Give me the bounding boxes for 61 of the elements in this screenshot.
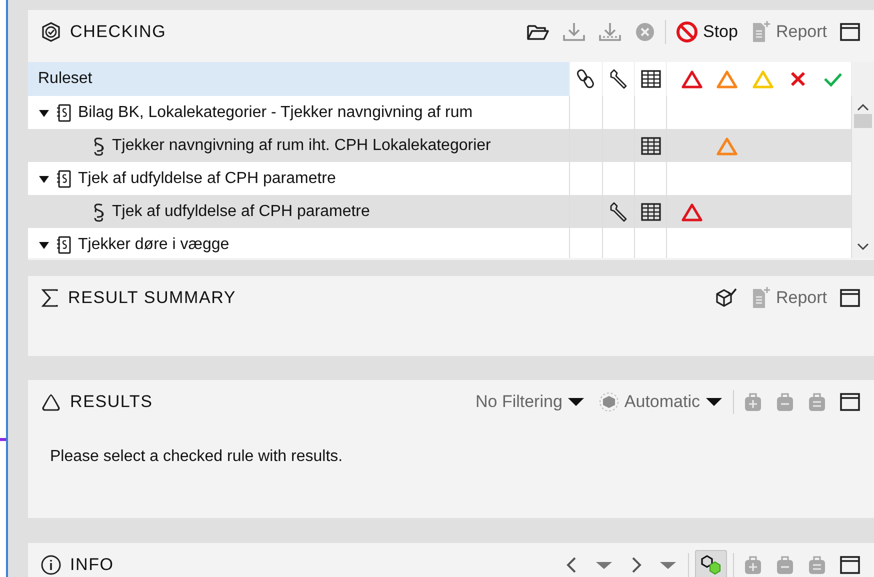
dropdown[interactable]: Automatic [595,389,727,415]
zoom-button[interactable] [695,550,727,577]
bag-plus-icon [743,554,763,576]
paragraph-icon [92,134,106,156]
info-icon [40,554,62,576]
empty-message: Please select a checked rule with results. [49,447,344,466]
badge-check-icon [40,21,62,43]
dropdown[interactable]: No Filtering [472,390,590,414]
warning-icon [680,202,703,222]
warning-icon [716,69,738,89]
panel-title: RESULT SUMMARY [68,288,236,308]
window-icon [839,287,861,309]
triangle-icon [40,392,62,412]
tree-row[interactable]: Tjek af udfyldelse af CPH parametre [28,195,852,228]
bag-icon [807,554,827,576]
tree-row[interactable]: Tjekker døre i vægge [28,228,852,258]
link-icon [576,68,596,90]
cancel-icon [634,21,656,43]
rule-name: Tjekker navngivning af rum iht. CPH Lokalekategorier [112,136,491,154]
wrench-icon [608,68,630,90]
rule-name: Tjek af udfyldelse af CPH parametre [112,202,370,220]
paragraph-icon [92,200,106,222]
cube-check-icon [714,287,738,309]
panel-title: CHECKING [70,22,166,42]
download-icon [562,21,586,43]
scrollbar[interactable] [852,62,874,258]
table-icon [640,69,662,89]
bag-minus-icon [775,554,795,576]
bag-plus-icon [743,391,763,413]
warning-icon [716,136,738,156]
cube-icon [598,391,620,413]
scroll-up-icon [856,102,870,112]
scroll-thumb[interactable] [854,114,872,128]
table-icon [640,202,662,222]
scroll-down-icon [856,242,870,252]
column-header[interactable]: Ruleset [28,62,570,96]
rule-name: Tjek af udfyldelse af CPH parametre [78,170,336,188]
bag-minus-icon [775,391,795,413]
panel-title: RESULTS [70,392,153,412]
bag-icon [807,391,827,413]
window-icon [839,391,861,413]
book-icon [56,168,72,188]
table-icon [640,136,662,156]
panel-title: INFO [70,555,114,575]
wrench-icon [608,200,630,222]
window-icon [839,21,861,43]
folder-icon [526,22,550,42]
sigma-icon [40,287,60,309]
tree-row[interactable]: Tjekker navngivning af rum iht. CPH Lokalekategorier [28,129,852,162]
book-icon [56,102,72,122]
rule-name: Tjekker døre i vægge [78,236,230,254]
stop-icon [674,20,699,44]
stop-button[interactable]: Stop [672,18,741,46]
warning-icon [752,69,774,89]
cross-icon [788,70,807,88]
window-icon [839,554,861,576]
rule-name: Bilag BK, Lokalekategorier - Tjekker navngivning af rum [78,104,473,122]
download-icon [598,21,622,43]
warning-icon [680,69,703,89]
book-icon [56,234,72,254]
cube-icon [699,553,723,577]
